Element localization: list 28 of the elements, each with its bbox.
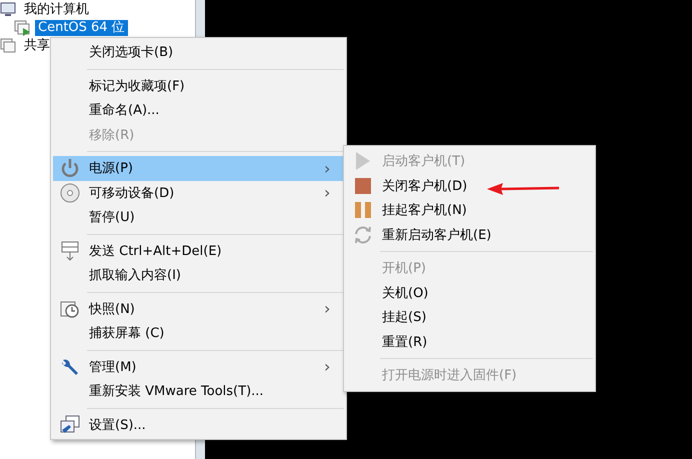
menu-item[interactable]: 快照(N) ›: [53, 296, 344, 321]
menu-item[interactable]: 重置(R): [346, 330, 593, 354]
computer-icon: [0, 2, 18, 18]
menu-item[interactable]: 电源(P) ›: [53, 156, 344, 180]
menu-item[interactable]: 捕获屏幕 (C): [53, 321, 344, 346]
menu-item[interactable]: 发送 Ctrl+Alt+Del(E): [53, 238, 344, 263]
menu-item[interactable]: 抓取输入内容(I): [53, 263, 344, 288]
restart-icon: [352, 224, 374, 246]
menu-item[interactable]: 重新启动客户机(E): [346, 222, 593, 247]
power-icon: [59, 157, 81, 180]
tree-item[interactable]: CentOS 64 位: [35, 20, 128, 36]
tree-item[interactable]: 共享: [21, 38, 53, 54]
menu-item[interactable]: 重新安装 VMware Tools(T)...: [53, 379, 344, 404]
menu-item[interactable]: 关机(O): [346, 280, 593, 305]
menu-item[interactable]: 标记为收藏项(F): [53, 74, 344, 98]
menu-item[interactable]: 挂起客户机(N): [346, 198, 593, 222]
menu-item[interactable]: 设置(S)...: [53, 412, 344, 437]
settings-icon: [59, 414, 81, 436]
menu-item[interactable]: 挂起(S): [346, 305, 593, 330]
tree-item[interactable]: 我的计算机: [21, 2, 92, 18]
menu-item[interactable]: 重命名(A)...: [53, 98, 344, 122]
menu-item[interactable]: 可移动设备(D) ›: [53, 180, 344, 205]
menu-item[interactable]: 关闭选项卡(B): [53, 40, 344, 64]
disc-icon: [59, 182, 81, 204]
vm-icon: [14, 20, 32, 36]
menu-item[interactable]: 暂停(U): [53, 205, 344, 230]
menu-item[interactable]: 关闭客户机(D): [346, 174, 593, 198]
menu-item[interactable]: 管理(M) ›: [53, 354, 344, 379]
